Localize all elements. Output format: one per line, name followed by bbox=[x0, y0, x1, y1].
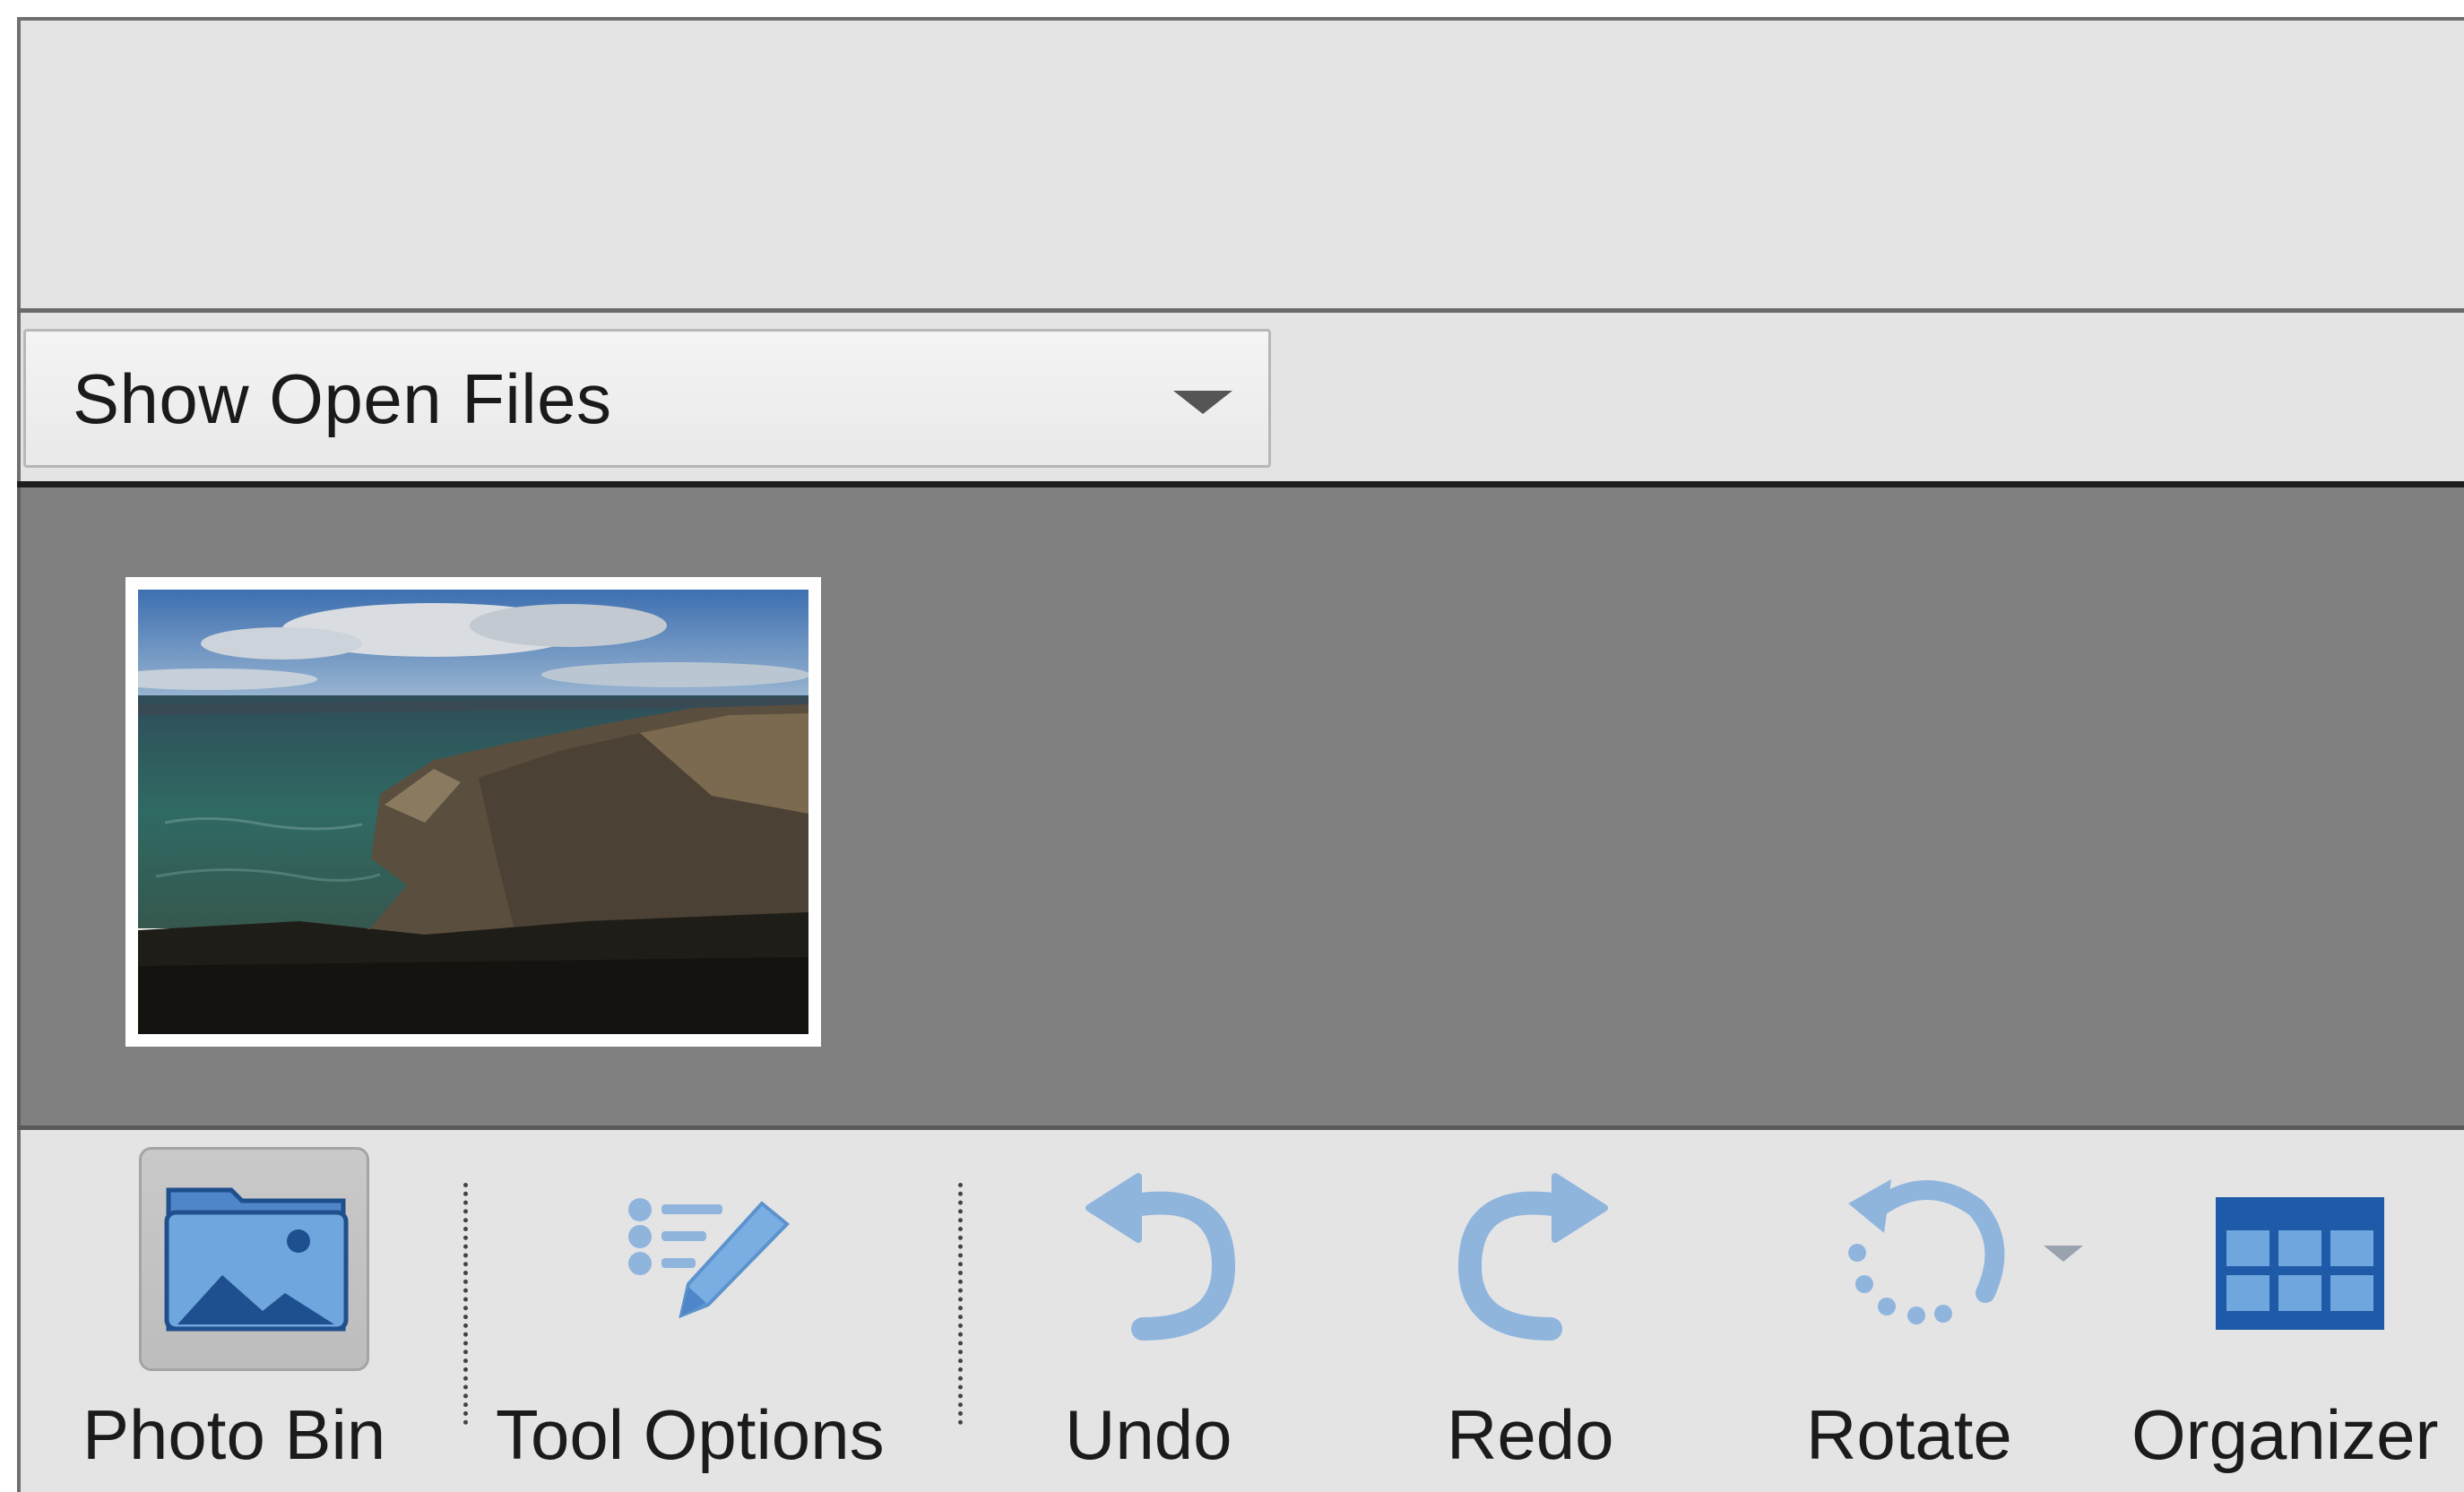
rotate-label: Rotate bbox=[1806, 1395, 2012, 1474]
chevron-down-icon[interactable] bbox=[2044, 1246, 2083, 1262]
photo-editor-window: Show Open Files Photo Bin Tool Options U… bbox=[0, 0, 2464, 1492]
tool-options-icon bbox=[628, 1198, 790, 1319]
separator bbox=[958, 1183, 963, 1425]
tool-options-label: Tool Options bbox=[496, 1395, 885, 1474]
show-files-dropdown[interactable]: Show Open Files bbox=[23, 329, 1271, 468]
undo-icon bbox=[1085, 1173, 1236, 1341]
organizer-icon bbox=[2216, 1197, 2384, 1330]
photo-thumbnail[interactable] bbox=[125, 577, 821, 1047]
tool-options-area bbox=[17, 17, 2464, 314]
redo-label: Redo bbox=[1447, 1395, 1614, 1474]
chevron-down-icon bbox=[1173, 391, 1232, 414]
organizer-label: Organizer bbox=[2131, 1395, 2439, 1474]
divider bbox=[17, 481, 2464, 487]
redo-icon bbox=[1457, 1173, 1608, 1341]
photo-bin-icon bbox=[164, 1187, 349, 1332]
photo-bin-button[interactable] bbox=[139, 1147, 369, 1371]
rotate-icon bbox=[1848, 1179, 2005, 1324]
sea-cliff-photo bbox=[138, 590, 808, 1034]
photo-bin-label: Photo Bin bbox=[82, 1395, 386, 1474]
undo-label: Undo bbox=[1065, 1395, 1232, 1474]
dropdown-selected-value: Show Open Files bbox=[73, 359, 612, 438]
separator bbox=[463, 1183, 468, 1425]
